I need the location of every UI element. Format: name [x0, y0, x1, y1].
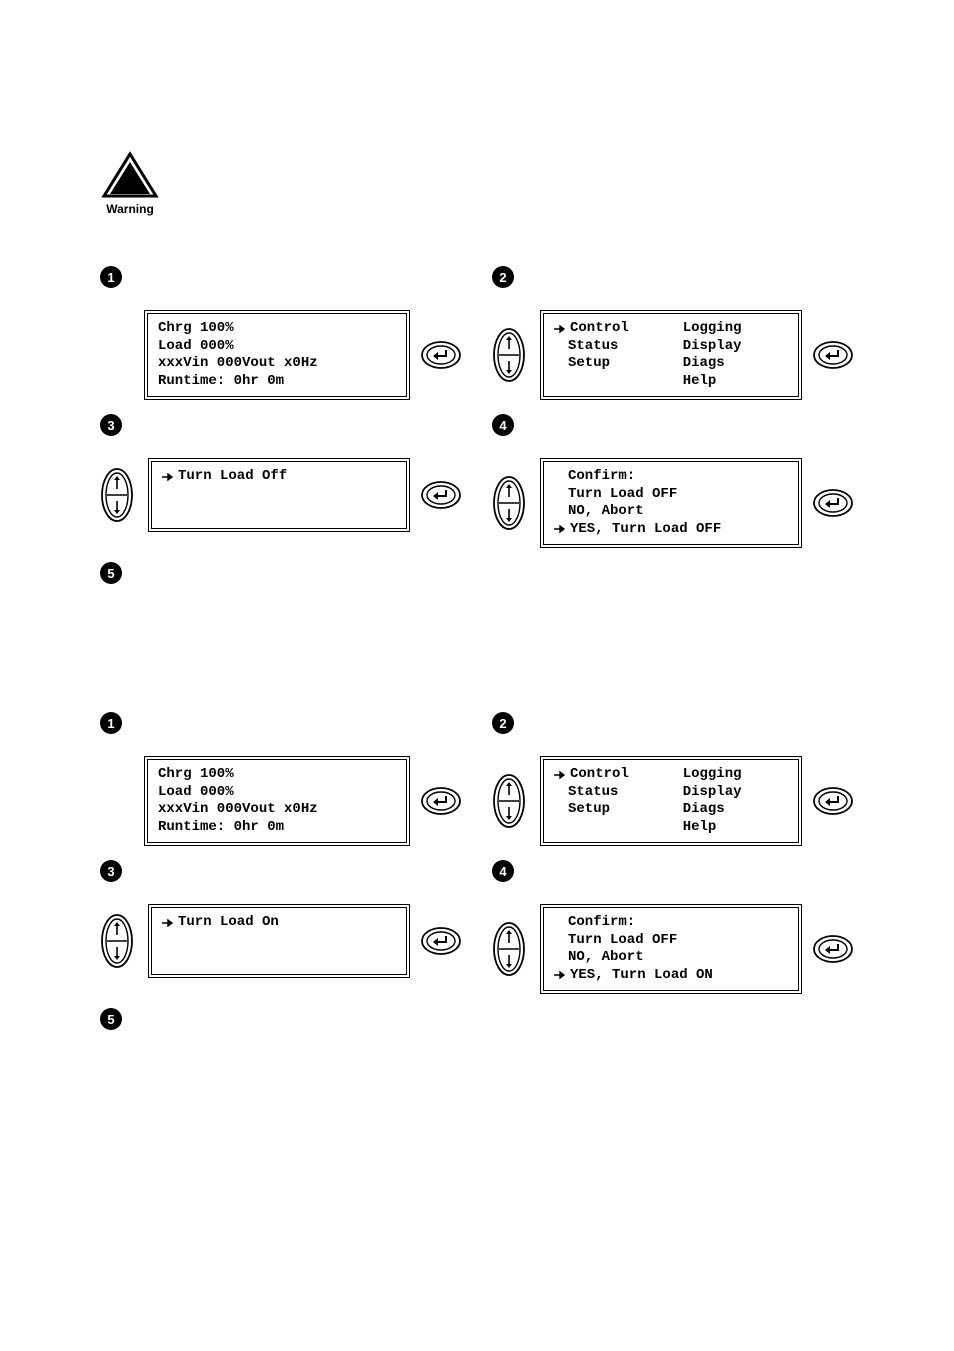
panel-3: Turn Load On	[100, 904, 462, 978]
panel-4: Confirm: Turn Load OFF NO, Abort YES, Tu…	[492, 458, 854, 548]
lcd-confirm: Confirm: Turn Load OFF NO, Abort YES, Tu…	[540, 458, 802, 548]
lcd-text: Turn Load Off	[178, 468, 287, 486]
pointer-icon	[554, 525, 566, 533]
updown-icon[interactable]	[100, 913, 134, 969]
enter-icon[interactable]	[812, 340, 854, 370]
lcd-line: Chrg 100%	[158, 766, 396, 784]
warning-block: Warning	[100, 150, 854, 216]
lcd-confirm: Confirm: Turn Load OFF NO, Abort YES, Tu…	[540, 904, 802, 994]
confirm-yes: YES, Turn Load ON	[554, 967, 788, 985]
confirm-yes: YES, Turn Load OFF	[554, 521, 788, 539]
step-marker-4: 4	[492, 414, 514, 436]
enter-icon[interactable]	[812, 488, 854, 518]
menu-text: Control	[570, 320, 629, 338]
menu-item-help: Help	[683, 373, 788, 391]
lcd-turn-load-off: Turn Load Off	[148, 458, 410, 532]
lcd-line: xxxVin 000Vout x0Hz	[158, 355, 396, 373]
enter-icon[interactable]	[420, 786, 462, 816]
confirm-no: NO, Abort	[554, 503, 788, 521]
step-marker-1: 1	[100, 712, 122, 734]
pointer-icon	[162, 473, 174, 481]
section-turn-load-off: 1 2 Chrg 100% Load 000% xxxVin 000Vout x…	[100, 266, 854, 592]
confirm-no: NO, Abort	[554, 949, 788, 967]
lcd-line: Chrg 100%	[158, 320, 396, 338]
warning-label: Warning	[100, 202, 160, 216]
step-marker-2: 2	[492, 266, 514, 288]
lcd-text: Turn Load On	[178, 914, 279, 932]
menu-item-turn-load-off: Turn Load Off	[162, 468, 396, 486]
step-marker-1: 1	[100, 266, 122, 288]
section-turn-load-on: 1 2 Chrg 100% Load 000% xxxVin 000Vout x…	[100, 712, 854, 1038]
pointer-icon	[554, 771, 566, 779]
lcd-status: Chrg 100% Load 000% xxxVin 000Vout x0Hz …	[144, 756, 410, 846]
warning-icon	[100, 150, 160, 200]
confirm-title: Confirm:	[554, 468, 788, 486]
enter-icon[interactable]	[420, 926, 462, 956]
pointer-icon	[554, 971, 566, 979]
menu-item-diags: Diags	[683, 355, 788, 373]
lcd-status: Chrg 100% Load 000% xxxVin 000Vout x0Hz …	[144, 310, 410, 400]
confirm-action: Turn Load OFF	[554, 486, 788, 504]
pointer-icon	[162, 919, 174, 927]
panel-1: Chrg 100% Load 000% xxxVin 000Vout x0Hz …	[100, 310, 462, 400]
enter-icon[interactable]	[812, 786, 854, 816]
menu-item-display: Display	[683, 784, 788, 802]
lcd-line: Load 000%	[158, 338, 396, 356]
menu-item-status: Status	[554, 784, 683, 802]
panel-3: Turn Load Off	[100, 458, 462, 532]
confirm-action: Turn Load OFF	[554, 932, 788, 950]
pointer-icon	[554, 325, 566, 333]
menu-item-setup: Setup	[554, 801, 683, 819]
lcd-turn-load-on: Turn Load On	[148, 904, 410, 978]
lcd-text: YES, Turn Load OFF	[570, 521, 721, 539]
menu-text: Control	[570, 766, 629, 784]
enter-icon[interactable]	[420, 480, 462, 510]
panel-1: Chrg 100% Load 000% xxxVin 000Vout x0Hz …	[100, 756, 462, 846]
enter-icon[interactable]	[420, 340, 462, 370]
updown-icon[interactable]	[100, 467, 134, 523]
step-marker-3: 3	[100, 860, 122, 882]
step-marker-5: 5	[100, 562, 122, 584]
menu-item-control: Control	[554, 766, 683, 784]
confirm-title: Confirm:	[554, 914, 788, 932]
step-marker-3: 3	[100, 414, 122, 436]
lcd-line: Runtime: 0hr 0m	[158, 373, 396, 391]
updown-icon[interactable]	[492, 327, 526, 383]
menu-item-logging: Logging	[683, 766, 788, 784]
updown-icon[interactable]	[492, 475, 526, 531]
panel-2: Control Status Setup Logging Display Dia…	[492, 310, 854, 400]
step-marker-2: 2	[492, 712, 514, 734]
updown-icon[interactable]	[492, 921, 526, 977]
enter-icon[interactable]	[812, 934, 854, 964]
panel-4: Confirm: Turn Load OFF NO, Abort YES, Tu…	[492, 904, 854, 994]
lcd-line: xxxVin 000Vout x0Hz	[158, 801, 396, 819]
panel-2: Control Status Setup Logging Display Dia…	[492, 756, 854, 846]
menu-item-control: Control	[554, 320, 683, 338]
lcd-line: Load 000%	[158, 784, 396, 802]
menu-item-help: Help	[683, 819, 788, 837]
menu-item-diags: Diags	[683, 801, 788, 819]
menu-item-turn-load-on: Turn Load On	[162, 914, 396, 932]
menu-item-display: Display	[683, 338, 788, 356]
lcd-text: YES, Turn Load ON	[570, 967, 713, 985]
menu-item-logging: Logging	[683, 320, 788, 338]
updown-icon[interactable]	[492, 773, 526, 829]
menu-item-setup: Setup	[554, 355, 683, 373]
lcd-line: Runtime: 0hr 0m	[158, 819, 396, 837]
lcd-menu: Control Status Setup Logging Display Dia…	[540, 756, 802, 846]
lcd-menu: Control Status Setup Logging Display Dia…	[540, 310, 802, 400]
menu-item-status: Status	[554, 338, 683, 356]
step-marker-4: 4	[492, 860, 514, 882]
step-marker-5: 5	[100, 1008, 122, 1030]
